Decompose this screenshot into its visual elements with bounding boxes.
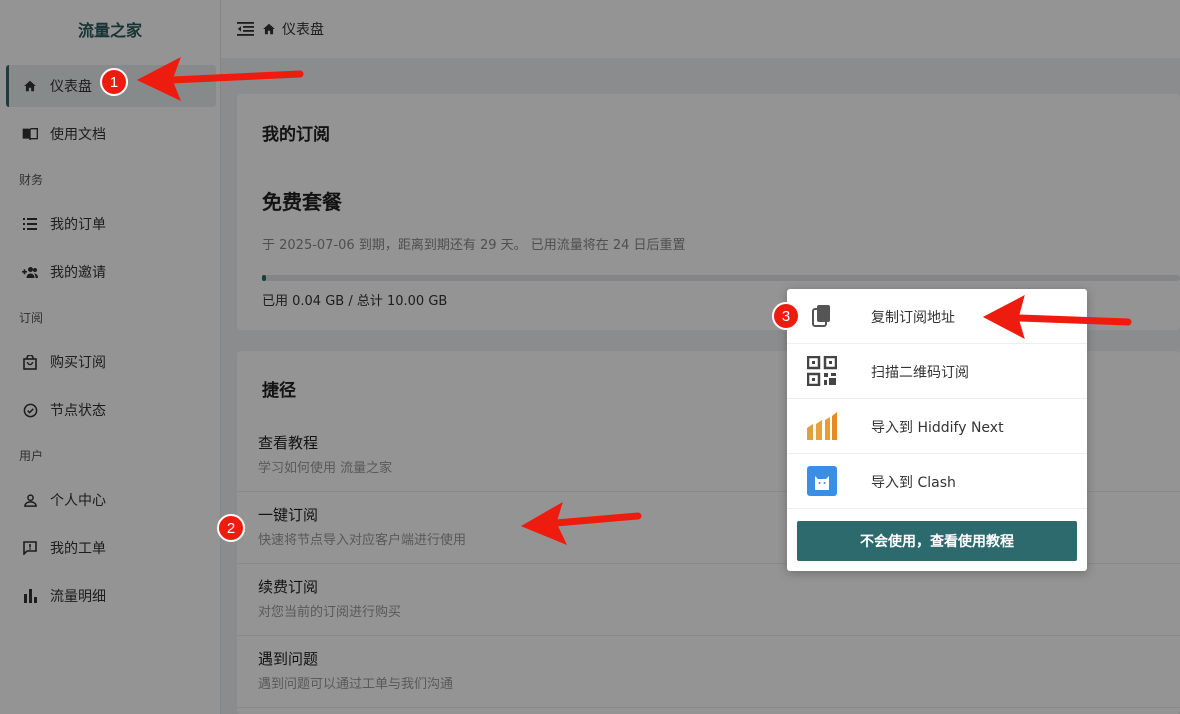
popup-item-label: 导入到 Clash	[871, 475, 956, 491]
qr-code-icon	[807, 356, 837, 386]
subscribe-popup: 复制订阅地址 扫描二维码订阅 导入到 Hiddify Next 导入到 Clas…	[787, 289, 1087, 571]
annotation-badge-3: 3	[772, 302, 800, 330]
copy-subscription-link[interactable]: 复制订阅地址	[787, 289, 1087, 344]
scan-qr-subscribe[interactable]: 扫描二维码订阅	[787, 344, 1087, 399]
import-hiddify[interactable]: 导入到 Hiddify Next	[787, 399, 1087, 454]
popup-item-label: 导入到 Hiddify Next	[871, 420, 1004, 436]
popup-item-label: 复制订阅地址	[871, 310, 955, 326]
annotation-badge-2: 2	[217, 514, 245, 542]
view-tutorial-button[interactable]: 不会使用，查看使用教程	[797, 521, 1077, 561]
annotation-badge-1: 1	[100, 68, 128, 96]
copy-icon	[807, 301, 837, 331]
clash-icon	[807, 466, 837, 496]
import-clash[interactable]: 导入到 Clash	[787, 454, 1087, 509]
popup-item-label: 扫描二维码订阅	[871, 365, 969, 381]
hiddify-icon	[807, 411, 837, 441]
